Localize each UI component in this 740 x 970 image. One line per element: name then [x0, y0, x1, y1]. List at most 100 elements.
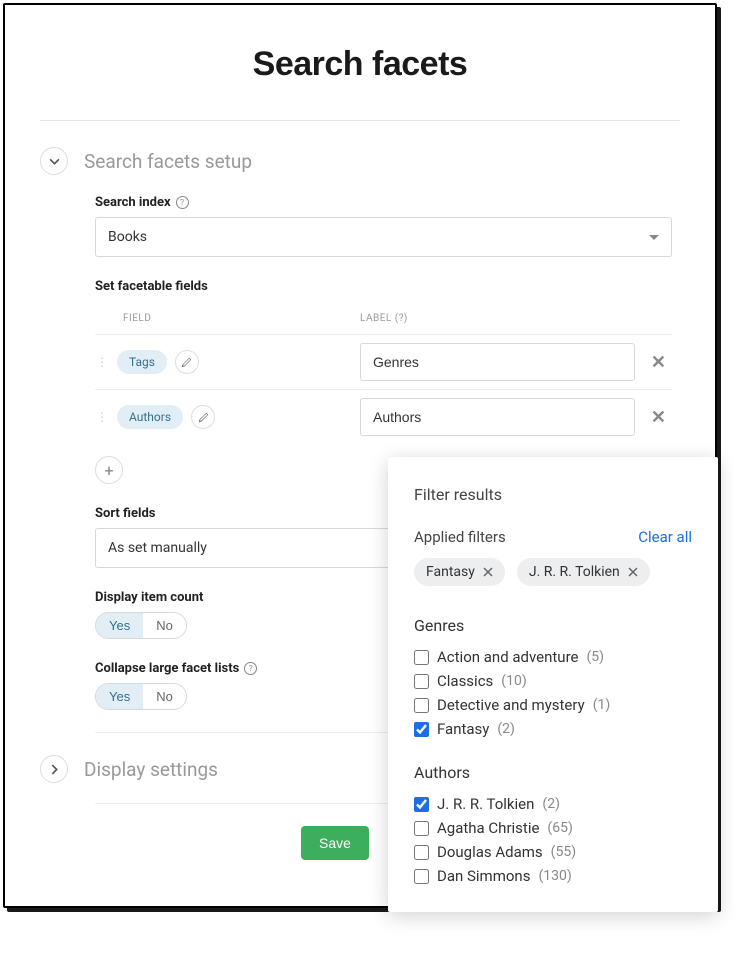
field-cell: ⋮ Authors: [95, 405, 360, 429]
remove-row-button[interactable]: ✕: [645, 352, 672, 373]
field-chip: Authors: [117, 405, 183, 429]
remove-row-button[interactable]: ✕: [645, 407, 672, 428]
filter-group-authors: Authors J. R. R. Tolkien (2) Agatha Chri…: [414, 763, 692, 888]
pill-label: Fantasy: [426, 564, 475, 580]
opt-count: (1): [593, 697, 611, 713]
facet-row-1: ⋮ Authors ✕: [95, 389, 672, 444]
filter-option[interactable]: Douglas Adams (55): [414, 840, 692, 864]
remove-filter-button[interactable]: [483, 567, 493, 577]
add-row-button[interactable]: +: [95, 456, 123, 484]
filter-checkbox[interactable]: [414, 845, 429, 860]
label-facetable: Set facetable fields: [95, 279, 672, 294]
opt-label: Detective and mystery: [437, 696, 585, 714]
th-label: LABEL (?): [360, 313, 672, 324]
close-icon: [628, 567, 638, 577]
help-icon[interactable]: ?: [176, 196, 189, 209]
filter-checkbox[interactable]: [414, 797, 429, 812]
page-title: Search facets: [40, 45, 680, 84]
drag-handle[interactable]: ⋮: [95, 410, 109, 424]
opt-count: (2): [497, 721, 515, 737]
applied-filters-header: Applied filters Clear all: [414, 528, 692, 546]
select-search-index[interactable]: Books: [95, 217, 672, 257]
filter-option[interactable]: Fantasy (2): [414, 717, 692, 741]
filter-checkbox[interactable]: [414, 674, 429, 689]
edit-field-button[interactable]: [175, 350, 199, 374]
opt-label: Action and adventure: [437, 648, 578, 666]
collapse-toggle-display[interactable]: [40, 755, 68, 783]
facet-row-0: ⋮ Tags ✕: [95, 334, 672, 389]
pill-label: J. R. R. Tolkien: [529, 564, 620, 580]
filter-option[interactable]: J. R. R. Tolkien (2): [414, 792, 692, 816]
close-icon: [483, 567, 493, 577]
caret-down-icon: [649, 235, 659, 240]
field-chip: Tags: [117, 350, 167, 374]
chevron-right-icon: [49, 764, 60, 775]
filter-panel-title: Filter results: [414, 485, 692, 504]
filter-checkbox[interactable]: [414, 650, 429, 665]
toggle-collapse: Yes No: [95, 683, 187, 710]
filter-option[interactable]: Action and adventure (5): [414, 645, 692, 669]
filter-group-genres: Genres Action and adventure (5) Classics…: [414, 616, 692, 741]
applied-filters-list: Fantasy J. R. R. Tolkien: [414, 558, 692, 594]
filter-option[interactable]: Agatha Christie (65): [414, 816, 692, 840]
opt-count: (130): [538, 868, 571, 884]
drag-handle[interactable]: ⋮: [95, 355, 109, 369]
section-title-setup: Search facets setup: [84, 150, 252, 173]
filter-option[interactable]: Classics (10): [414, 669, 692, 693]
pencil-icon: [181, 357, 192, 368]
toggle-no[interactable]: No: [143, 613, 186, 638]
filter-checkbox[interactable]: [414, 722, 429, 737]
field-facetable: Set facetable fields FIELD LABEL (?) ⋮ T…: [95, 279, 672, 484]
select-value: As set manually: [108, 540, 207, 556]
th-field: FIELD: [95, 313, 360, 324]
field-search-index: Search index ? Books: [95, 195, 672, 257]
opt-count: (5): [586, 649, 604, 665]
filter-option[interactable]: Detective and mystery (1): [414, 693, 692, 717]
filter-checkbox[interactable]: [414, 698, 429, 713]
filter-group-title: Genres: [414, 616, 692, 635]
label-cell: ✕: [360, 398, 672, 436]
toggle-yes[interactable]: Yes: [96, 684, 143, 709]
field-cell: ⋮ Tags: [95, 350, 360, 374]
label-input[interactable]: [360, 398, 635, 436]
opt-label: Agatha Christie: [437, 819, 539, 837]
opt-count: (55): [551, 844, 576, 860]
chevron-down-icon: [49, 156, 60, 167]
remove-filter-button[interactable]: [628, 567, 638, 577]
opt-count: (10): [501, 673, 526, 689]
filter-results-panel: Filter results Applied filters Clear all…: [388, 457, 718, 912]
applied-filters-label: Applied filters: [414, 528, 506, 546]
opt-label: J. R. R. Tolkien: [437, 795, 534, 813]
opt-label: Classics: [437, 672, 493, 690]
filter-option[interactable]: Dan Simmons (130): [414, 864, 692, 888]
divider: [40, 120, 680, 121]
opt-label: Fantasy: [437, 720, 489, 738]
opt-label: Douglas Adams: [437, 843, 543, 861]
applied-filter-pill: J. R. R. Tolkien: [517, 558, 650, 586]
label-search-index: Search index ?: [95, 195, 672, 210]
opt-count: (65): [547, 820, 572, 836]
label-cell: ✕: [360, 343, 672, 381]
help-icon[interactable]: ?: [244, 662, 257, 675]
applied-filter-pill: Fantasy: [414, 558, 505, 586]
select-value: Books: [108, 229, 147, 245]
label-text: Collapse large facet lists: [95, 661, 239, 676]
save-button[interactable]: Save: [301, 826, 369, 860]
opt-label: Dan Simmons: [437, 867, 530, 885]
edit-field-button[interactable]: [191, 405, 215, 429]
toggle-yes[interactable]: Yes: [96, 613, 143, 638]
label-input[interactable]: [360, 343, 635, 381]
opt-count: (2): [542, 796, 560, 812]
toggle-display-count: Yes No: [95, 612, 187, 639]
collapse-toggle-setup[interactable]: [40, 147, 68, 175]
label-text: Search index: [95, 195, 171, 210]
filter-checkbox[interactable]: [414, 869, 429, 884]
table-header: FIELD LABEL (?): [95, 301, 672, 334]
pencil-icon: [198, 412, 209, 423]
section-header-setup: Search facets setup: [40, 147, 680, 175]
section-title-display: Display settings: [84, 758, 218, 781]
clear-all-link[interactable]: Clear all: [638, 528, 692, 546]
filter-checkbox[interactable]: [414, 821, 429, 836]
toggle-no[interactable]: No: [143, 684, 186, 709]
filter-group-title: Authors: [414, 763, 692, 782]
